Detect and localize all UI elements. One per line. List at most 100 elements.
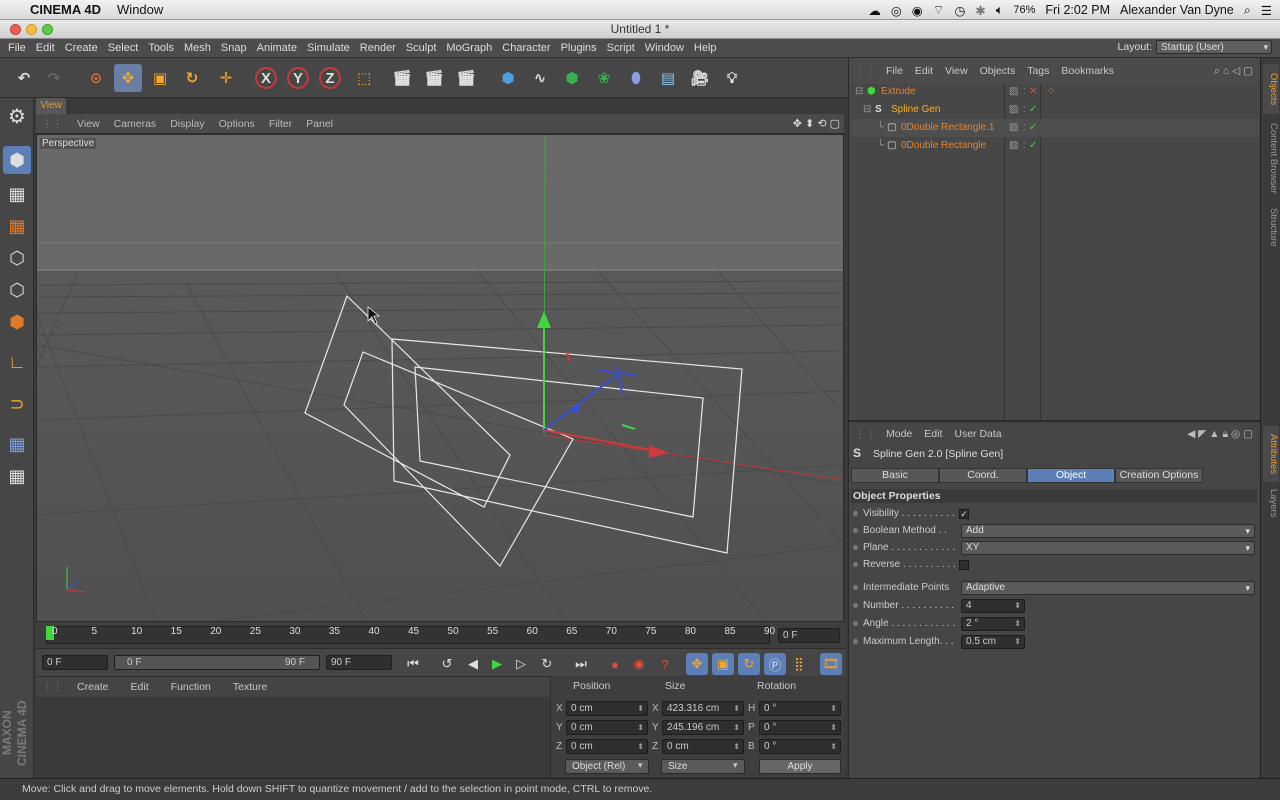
render-view-icon[interactable]: 🎬︎: [388, 64, 416, 92]
material-menu-function[interactable]: Function: [171, 681, 211, 693]
deformer-icon[interactable]: ⬮: [622, 64, 650, 92]
key-pla-icon[interactable]: ⣿: [788, 653, 810, 675]
tab-coord[interactable]: Coord.: [939, 468, 1027, 483]
menu-script[interactable]: Script: [602, 42, 640, 54]
previous-frame-icon[interactable]: ◀: [462, 653, 484, 675]
rotate-tool-icon[interactable]: ↻: [178, 64, 206, 92]
size-x-field[interactable]: 423.316 cm: [662, 701, 744, 716]
intermediate-points-dropdown[interactable]: Adaptive: [961, 581, 1255, 595]
menu-file[interactable]: File: [3, 42, 31, 54]
move-tool-icon[interactable]: ✥: [114, 64, 142, 92]
attr-menu-user-data[interactable]: User Data: [954, 428, 1001, 440]
object-row-double-rectangle[interactable]: └ ▢ 0Double Rectangle ▨ ⁚ ✓: [851, 137, 1259, 155]
menu-animate[interactable]: Animate: [252, 42, 302, 54]
battery-indicator[interactable]: 76%: [1013, 4, 1035, 16]
layer-icon[interactable]: ▨: [1009, 83, 1018, 101]
minimize-window-button[interactable]: [26, 24, 37, 35]
rotation-h-field[interactable]: 0 °: [759, 701, 841, 716]
previous-key-icon[interactable]: ↺: [436, 653, 458, 675]
texture-mode-icon[interactable]: ▦: [3, 180, 31, 208]
coordinate-mode-dropdown[interactable]: Object (Rel): [565, 759, 649, 774]
material-menu-texture[interactable]: Texture: [233, 681, 267, 693]
attr-menu-mode[interactable]: Mode: [886, 428, 912, 440]
time-machine-icon[interactable]: ◷: [954, 3, 965, 18]
workplane-lock-icon[interactable]: ▦: [3, 462, 31, 490]
attribute-nav-icons[interactable]: ◀ ◤ ▲ 🔒︎ ◎ ▢: [1187, 428, 1253, 441]
end-frame-field[interactable]: 90 F: [326, 655, 392, 670]
go-to-start-icon[interactable]: ⏮: [402, 653, 424, 675]
render-picture-viewer-icon[interactable]: 🎬︎: [420, 64, 448, 92]
floor-icon[interactable]: ▤: [654, 64, 682, 92]
cloud-icon[interactable]: ☁: [868, 3, 881, 18]
visibility-checkbox[interactable]: ✓: [959, 509, 969, 519]
material-manager[interactable]: ⋮⋮ Create Edit Function Texture: [36, 676, 550, 778]
viewport-menu-options[interactable]: Options: [219, 118, 255, 130]
viewport-nav-icons[interactable]: ✥ ⬍ ⟲ ▢: [793, 117, 840, 130]
render-settings-icon[interactable]: 🎬︎: [452, 64, 480, 92]
tab-layers[interactable]: Layers: [1263, 486, 1279, 520]
wifi-icon[interactable]: ⌔: [933, 2, 945, 18]
enabled-check-icon[interactable]: ✓: [1029, 137, 1037, 155]
tab-creation-options[interactable]: Creation Options: [1115, 468, 1203, 483]
object-manager-toolbar-icons[interactable]: ⌕ ⌂ ◁ ▢: [1214, 65, 1253, 78]
subdivision-surface-icon[interactable]: ⬢: [558, 64, 586, 92]
position-z-field[interactable]: 0 cm: [566, 739, 648, 754]
tweak-mode-icon[interactable]: ⊃: [3, 390, 31, 418]
layer-icon[interactable]: ▨: [1009, 137, 1018, 155]
menu-create[interactable]: Create: [60, 42, 103, 54]
layout-dropdown[interactable]: Startup (User): [1156, 40, 1272, 54]
objects-menu-edit[interactable]: Edit: [915, 65, 933, 77]
view-tab[interactable]: View: [36, 98, 66, 114]
z-axis-lock-button[interactable]: Z: [316, 64, 344, 92]
objects-menu-view[interactable]: View: [945, 65, 968, 77]
object-row-extrude[interactable]: ⊟ ⬢ Extrude ▨ ⁚ ✕ ⁘: [851, 83, 1259, 101]
attr-menu-edit[interactable]: Edit: [924, 428, 942, 440]
key-scale-icon[interactable]: ▣: [712, 653, 734, 675]
key-rotation-icon[interactable]: ↻: [738, 653, 760, 675]
tab-structure[interactable]: Structure: [1263, 202, 1279, 252]
axis-mode-icon[interactable]: ∟: [3, 348, 31, 376]
y-axis-lock-button[interactable]: Y: [284, 64, 312, 92]
camera-icon[interactable]: 🎥︎: [686, 64, 714, 92]
current-frame-field[interactable]: 0 F: [778, 628, 840, 643]
disabled-icon[interactable]: ✕: [1029, 83, 1037, 101]
next-frame-icon[interactable]: ▷: [510, 653, 532, 675]
tab-content-browser[interactable]: Content Browser: [1263, 118, 1279, 198]
coordinate-system-icon[interactable]: ⬚: [350, 64, 378, 92]
range-slider[interactable]: 0 F 90 F: [114, 655, 320, 670]
autokey-icon[interactable]: ◉: [628, 653, 650, 675]
tag-icon[interactable]: ⁘: [1047, 83, 1055, 101]
recent-tool-icon[interactable]: ✛: [212, 64, 240, 92]
tab-basic[interactable]: Basic: [851, 468, 939, 483]
viewport-menu-panel[interactable]: Panel: [306, 118, 333, 130]
viewport-menu-display[interactable]: Display: [170, 118, 204, 130]
visibility-dots[interactable]: ⁚: [1023, 83, 1026, 101]
menu-mograph[interactable]: MoGraph: [441, 42, 497, 54]
play-icon[interactable]: ▶: [486, 653, 508, 675]
object-row-double-rectangle-1[interactable]: └ ▢ 0Double Rectangle.1 ▨ ⁚ ✓: [851, 119, 1259, 137]
layer-icon[interactable]: ▨: [1009, 119, 1018, 137]
close-window-button[interactable]: [10, 24, 21, 35]
menu-sculpt[interactable]: Sculpt: [401, 42, 442, 54]
3d-viewport[interactable]: Perspective: [36, 134, 844, 622]
viewport-menu-filter[interactable]: Filter: [269, 118, 292, 130]
menu-help[interactable]: Help: [689, 42, 722, 54]
objects-menu-file[interactable]: File: [886, 65, 903, 77]
scale-tool-icon[interactable]: ▣: [146, 64, 174, 92]
scheme-icon[interactable]: 🎞︎: [820, 653, 842, 675]
redo-button[interactable]: ↷: [40, 64, 68, 92]
menu-render[interactable]: Render: [355, 42, 401, 54]
keyframe-selection-icon[interactable]: ?: [654, 653, 676, 675]
key-position-icon[interactable]: ✥: [686, 653, 708, 675]
viewport-menu-view[interactable]: View: [77, 118, 100, 130]
live-selection-icon[interactable]: ⊙: [82, 64, 110, 92]
visibility-dots[interactable]: ⁚: [1023, 119, 1026, 137]
enabled-check-icon[interactable]: ✓: [1029, 101, 1037, 119]
notification-icon[interactable]: ☰: [1261, 3, 1272, 18]
visibility-dots[interactable]: ⁚: [1023, 101, 1026, 119]
number-field[interactable]: 4: [961, 599, 1025, 613]
tab-object[interactable]: Object: [1027, 468, 1115, 483]
expand-icon[interactable]: ⊟: [863, 101, 871, 119]
make-editable-icon[interactable]: ⚙: [3, 102, 31, 130]
expand-icon[interactable]: ⊟: [855, 83, 863, 101]
